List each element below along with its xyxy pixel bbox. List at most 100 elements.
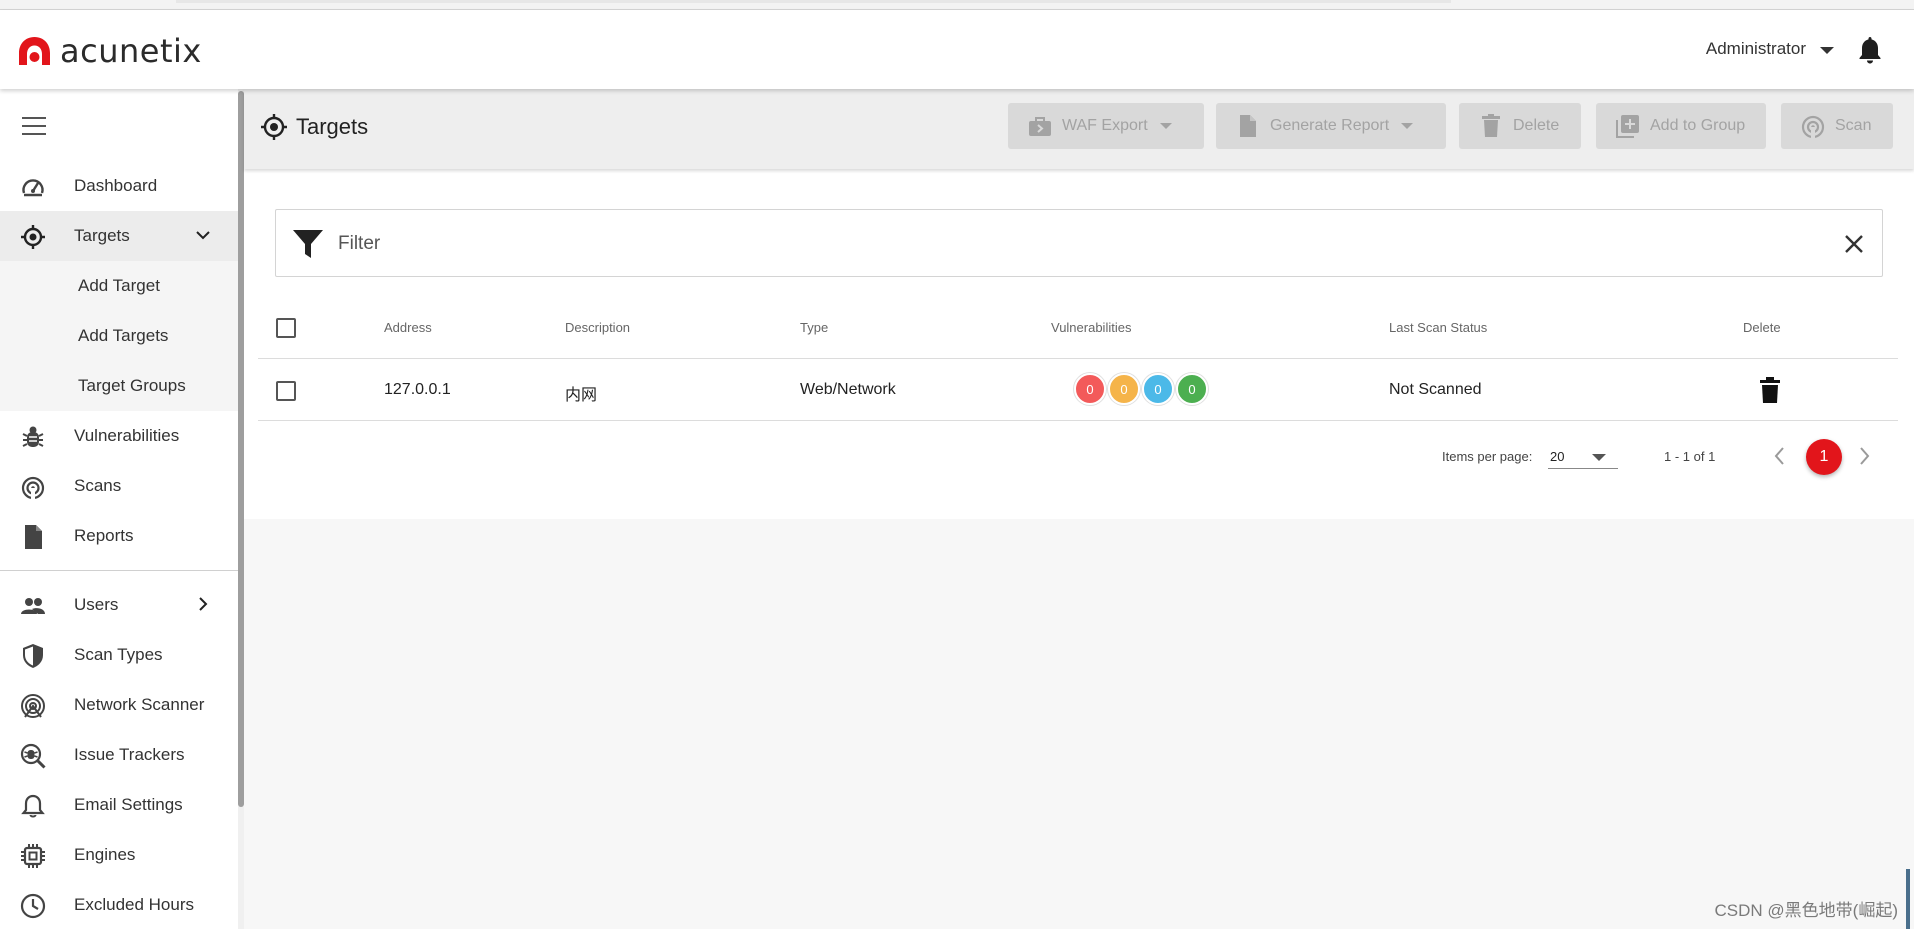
app-header: acunetix Administrator [0,10,1914,89]
scan-button[interactable]: Scan [1781,103,1893,149]
menu-toggle-icon[interactable] [22,117,46,135]
column-header-type[interactable]: Type [800,320,828,335]
sidebar-item-label: Targets [74,226,130,245]
sidebar-item-label: Email Settings [74,795,183,814]
acunetix-logo-mark-icon [19,37,50,65]
caret-down-icon [1401,123,1414,129]
document-icon [1240,115,1256,137]
sidebar-item-network-scanner[interactable]: Network Scanner [0,680,238,730]
chip-icon [21,844,45,868]
page-title: Targets [260,113,368,141]
column-header-address[interactable]: Address [384,320,432,335]
sidebar-item-label: Users [74,595,119,614]
dashboard-icon [22,179,44,197]
sidebar-item-vulnerabilities[interactable]: Vulnerabilities [0,411,238,461]
items-per-page-value: 20 [1550,449,1565,464]
delete-label: Delete [1513,117,1560,134]
sidebar-item-label: Issue Trackers [74,745,185,764]
caret-down-icon [1159,123,1172,129]
column-header-last-scan-status[interactable]: Last Scan Status [1389,320,1487,335]
column-header-delete: Delete [1743,320,1781,335]
row-checkbox[interactable] [276,381,296,401]
target-icon [21,225,45,249]
sidebar-item-target-groups[interactable]: Target Groups [0,361,238,411]
bell-icon [21,794,45,818]
column-header-vulnerabilities[interactable]: Vulnerabilities [1051,320,1131,335]
pagination-range: 1 - 1 of 1 [1664,449,1716,464]
last-scan-status: Not Scanned [1389,381,1482,398]
vuln-count-info: 0 [1176,373,1208,405]
trash-icon [1482,114,1500,137]
sidebar-item-label: Dashboard [74,176,158,195]
sidebar-item-scans[interactable]: Scans [0,461,238,511]
sidebar-item-label: Target Groups [78,376,186,395]
vuln-count-medium: 0 [1108,373,1140,405]
close-icon[interactable] [1844,234,1864,254]
vulnerability-counts[interactable]: 0 0 0 0 [1074,373,1210,405]
target-address[interactable]: 127.0.0.1 [384,381,451,399]
export-briefcase-icon [1029,117,1051,136]
vuln-count-low: 0 [1142,373,1174,405]
table-row[interactable]: 127.0.0.1 内网 Web/Network 0 0 0 0 Not Sca… [258,359,1898,421]
items-per-page-select[interactable]: 20 [1548,443,1618,469]
select-all-checkbox[interactable] [276,318,296,338]
add-to-group-button[interactable]: Add to Group [1596,103,1766,149]
target-icon [261,114,287,140]
chevron-left-icon[interactable] [1770,445,1790,467]
page-toolbar: Targets WAF Export Generate Report Delet… [244,89,1914,169]
sidebar-item-targets[interactable]: Targets [0,211,238,261]
sidebar-item-scan-types[interactable]: Scan Types [0,630,238,680]
sidebar-item-label: Engines [74,845,136,864]
sidebar-item-email-settings[interactable]: Email Settings [0,780,238,830]
sidebar-divider [0,570,238,571]
filter-icon [293,230,323,258]
sidebar-item-engines[interactable]: Engines [0,830,238,880]
shield-icon [23,644,43,668]
caret-down-icon [1820,47,1834,54]
chevron-right-icon [199,597,208,611]
document-icon [25,525,42,549]
radar-icon [1801,115,1825,138]
generate-report-button[interactable]: Generate Report [1216,103,1446,149]
items-per-page-label: Items per page: [1442,449,1533,464]
sidebar-item-dashboard[interactable]: Dashboard [0,161,238,211]
sidebar: Dashboard Targets Add Target Add Targets… [0,89,238,929]
column-header-description[interactable]: Description [565,320,630,335]
user-menu[interactable]: Administrator [1706,39,1834,59]
sidebar-item-label: Scan Types [74,645,163,664]
waf-export-button[interactable]: WAF Export [1008,103,1204,149]
bug-icon [22,426,44,447]
sidebar-item-label: Add Target [78,276,160,295]
delete-button[interactable]: Delete [1459,103,1581,149]
users-icon [21,598,45,614]
logo-text: acunetix [60,32,202,70]
target-type: Web/Network [800,381,896,398]
sidebar-item-add-target[interactable]: Add Target [0,261,238,311]
user-name: Administrator [1705,39,1806,58]
acunetix-logo[interactable]: acunetix [18,32,202,70]
watermark-text: CSDN @黑色地带(崛起) [1714,901,1898,920]
clock-icon [20,893,46,919]
sidebar-item-reports[interactable]: Reports [0,511,238,561]
trash-icon[interactable] [1759,377,1781,403]
filter-label: Filter [338,233,381,254]
sidebar-item-label: Add Targets [78,326,169,345]
pagination: Items per page: 20 1 - 1 of 1 1 [244,437,1914,477]
window-scroll-indicator [1906,869,1910,929]
sidebar-item-label: Scans [74,476,122,495]
sidebar-item-users[interactable]: Users [0,580,238,630]
sidebar-item-label: Vulnerabilities [74,426,180,445]
targets-panel: Filter Address Description Type Vulnerab… [244,169,1914,519]
chevron-right-icon[interactable] [1854,445,1874,467]
radar-icon [21,476,45,500]
filter-bar[interactable]: Filter [275,209,1883,277]
sidebar-item-excluded-hours[interactable]: Excluded Hours [0,880,238,929]
table-header: Address Description Type Vulnerabilities… [258,297,1898,359]
notifications-bell-icon[interactable] [1858,36,1882,64]
page-number-current[interactable]: 1 [1806,439,1842,475]
browser-top-strip [0,0,1914,10]
sidebar-item-issue-trackers[interactable]: Issue Trackers [0,730,238,780]
sidebar-item-add-targets[interactable]: Add Targets [0,311,238,361]
add-to-group-icon [1616,115,1639,138]
sidebar-item-label: Network Scanner [74,695,205,714]
